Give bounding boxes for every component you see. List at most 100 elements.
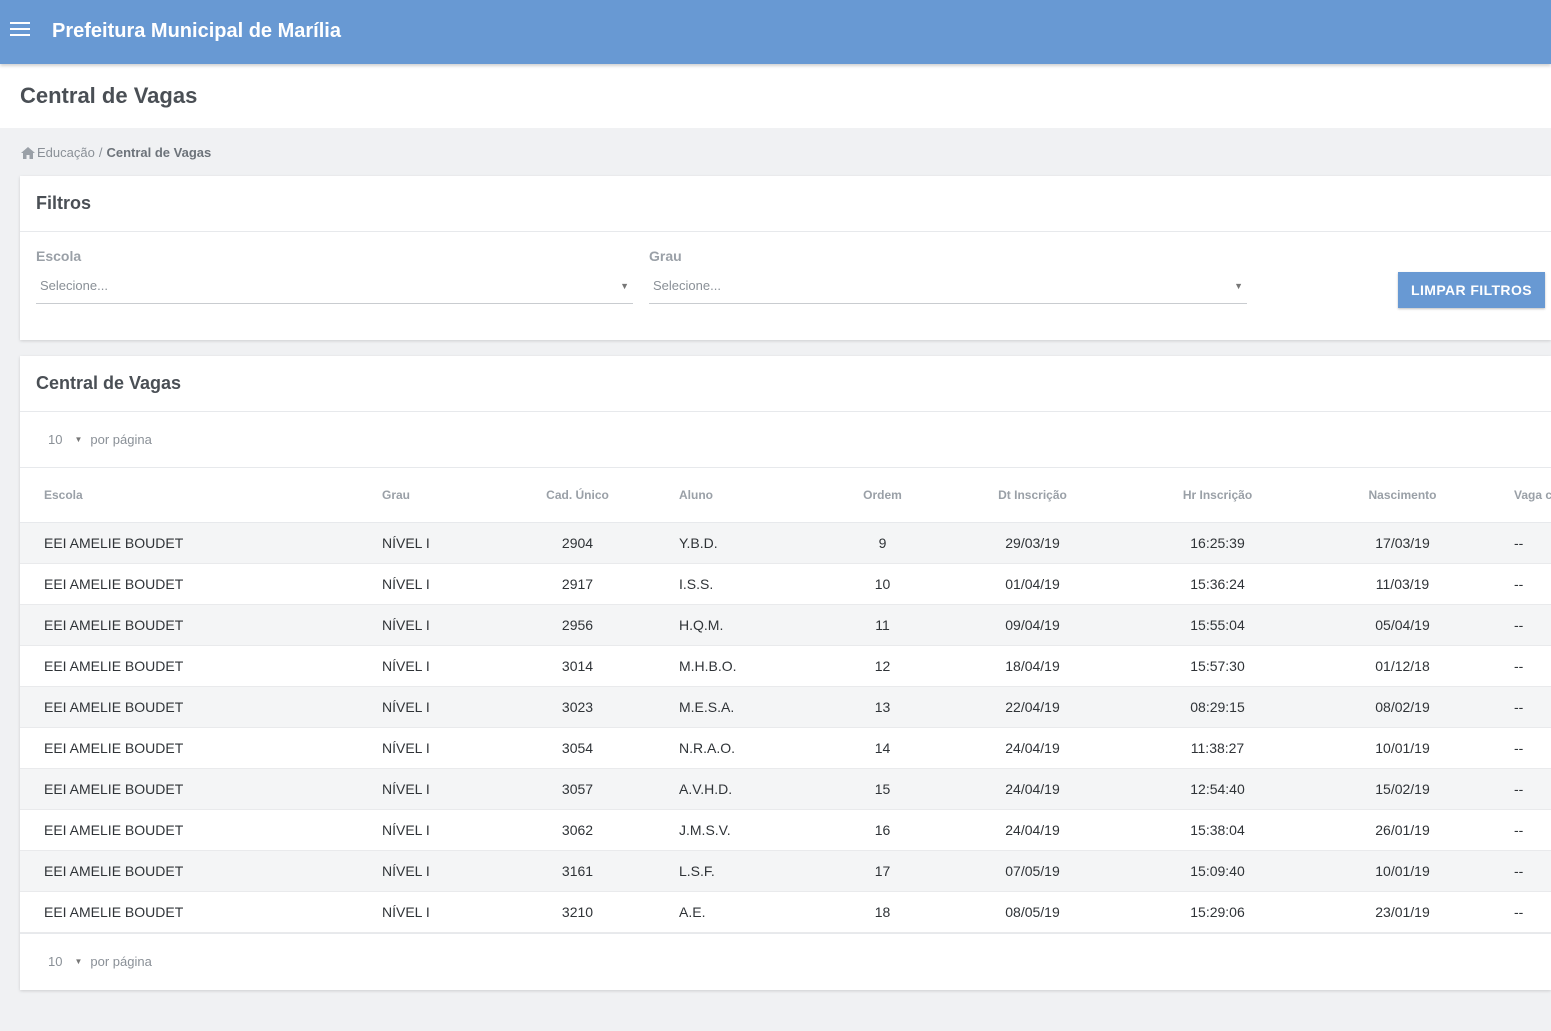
cell-cad-unico: 3057	[500, 768, 655, 810]
cell-grau: NÍVEL I	[358, 768, 500, 810]
cell-hr-inscricao: 08:29:15	[1120, 686, 1315, 728]
vacancies-table: Escola Grau Cad. Único Aluno Ordem Dt In…	[20, 468, 1551, 933]
cell-vaga: --	[1490, 686, 1551, 728]
cell-ordem: 17	[820, 850, 945, 892]
cell-hr-inscricao: 15:55:04	[1120, 604, 1315, 646]
vacancies-card: Central de Vagas 10 ▼ por página Escola …	[20, 356, 1551, 990]
cell-dt-inscricao: 29/03/19	[945, 522, 1120, 564]
column-header-ordem[interactable]: Ordem	[820, 468, 945, 523]
cell-grau: NÍVEL I	[358, 522, 500, 564]
home-icon[interactable]	[21, 146, 35, 159]
school-filter: Escola Selecione... ▼	[36, 248, 633, 304]
column-header-grau[interactable]: Grau	[358, 468, 500, 523]
cell-dt-inscricao: 24/04/19	[945, 727, 1120, 769]
column-header-dt-inscricao[interactable]: Dt Inscrição	[945, 468, 1120, 523]
cell-aluno: I.S.S.	[655, 563, 820, 605]
cell-nascimento: 23/01/19	[1315, 891, 1490, 933]
cell-cad-unico: 3062	[500, 809, 655, 851]
per-page-label: por página	[90, 432, 152, 447]
cell-dt-inscricao: 22/04/19	[945, 686, 1120, 728]
table-row[interactable]: EEI AMELIE BOUDET NÍVEL I 3023 M.E.S.A. …	[20, 686, 1551, 728]
per-page-control-top: 10 ▼ por página	[20, 412, 1551, 468]
column-header-aluno[interactable]: Aluno	[655, 468, 820, 523]
cell-cad-unico: 3014	[500, 645, 655, 687]
cell-vaga: --	[1490, 727, 1551, 769]
cell-vaga: --	[1490, 604, 1551, 646]
column-header-nascimento[interactable]: Nascimento	[1315, 468, 1490, 523]
chevron-down-icon: ▼	[1234, 281, 1243, 291]
cell-ordem: 15	[820, 768, 945, 810]
breadcrumb-parent[interactable]: Educação	[37, 145, 95, 160]
cell-vaga: --	[1490, 809, 1551, 851]
table-row[interactable]: EEI AMELIE BOUDET NÍVEL I 2904 Y.B.D. 9 …	[20, 522, 1551, 564]
grade-label: Grau	[649, 248, 682, 264]
cell-ordem: 9	[820, 522, 945, 564]
cell-aluno: A.E.	[655, 891, 820, 933]
table-header-row: Escola Grau Cad. Único Aluno Ordem Dt In…	[20, 468, 1551, 523]
table-row[interactable]: EEI AMELIE BOUDET NÍVEL I 3210 A.E. 18 0…	[20, 891, 1551, 933]
cell-vaga: --	[1490, 563, 1551, 605]
page-header: Central de Vagas	[0, 64, 1551, 128]
cell-nascimento: 15/02/19	[1315, 768, 1490, 810]
cell-aluno: M.E.S.A.	[655, 686, 820, 728]
filters-card: Filtros Escola Selecione... ▼ Grau Selec…	[20, 176, 1551, 340]
cell-escola: EEI AMELIE BOUDET	[20, 522, 358, 564]
chevron-down-icon: ▼	[620, 281, 629, 291]
cell-dt-inscricao: 24/04/19	[945, 809, 1120, 851]
vacancies-header: Central de Vagas	[20, 356, 1551, 412]
cell-escola: EEI AMELIE BOUDET	[20, 850, 358, 892]
cell-dt-inscricao: 18/04/19	[945, 645, 1120, 687]
school-select[interactable]: Selecione... ▼	[36, 278, 633, 304]
column-header-escola[interactable]: Escola	[20, 468, 358, 523]
cell-grau: NÍVEL I	[358, 809, 500, 851]
column-header-vaga[interactable]: Vaga co	[1490, 468, 1551, 523]
table-row[interactable]: EEI AMELIE BOUDET NÍVEL I 2956 H.Q.M. 11…	[20, 604, 1551, 646]
grade-select[interactable]: Selecione... ▼	[649, 278, 1247, 304]
cell-nascimento: 26/01/19	[1315, 809, 1490, 851]
per-page-select[interactable]: 10 ▼	[48, 432, 90, 447]
cell-escola: EEI AMELIE BOUDET	[20, 891, 358, 933]
per-page-select[interactable]: 10 ▼	[48, 954, 90, 969]
table-row[interactable]: EEI AMELIE BOUDET NÍVEL I 2917 I.S.S. 10…	[20, 563, 1551, 605]
cell-nascimento: 11/03/19	[1315, 563, 1490, 605]
cell-aluno: J.M.S.V.	[655, 809, 820, 851]
cell-ordem: 18	[820, 891, 945, 933]
column-header-hr-inscricao[interactable]: Hr Inscrição	[1120, 468, 1315, 523]
cell-aluno: L.S.F.	[655, 850, 820, 892]
breadcrumb: Educação / Central de Vagas	[21, 145, 211, 160]
hamburger-menu-icon[interactable]	[10, 22, 30, 38]
cell-dt-inscricao: 07/05/19	[945, 850, 1120, 892]
table-row[interactable]: EEI AMELIE BOUDET NÍVEL I 3014 M.H.B.O. …	[20, 645, 1551, 687]
cell-cad-unico: 3161	[500, 850, 655, 892]
cell-grau: NÍVEL I	[358, 850, 500, 892]
cell-ordem: 13	[820, 686, 945, 728]
cell-vaga: --	[1490, 850, 1551, 892]
cell-hr-inscricao: 15:36:24	[1120, 563, 1315, 605]
table-row[interactable]: EEI AMELIE BOUDET NÍVEL I 3054 N.R.A.O. …	[20, 727, 1551, 769]
cell-cad-unico: 3054	[500, 727, 655, 769]
table-row[interactable]: EEI AMELIE BOUDET NÍVEL I 3057 A.V.H.D. …	[20, 768, 1551, 810]
cell-escola: EEI AMELIE BOUDET	[20, 809, 358, 851]
filters-header: Filtros	[20, 176, 1551, 232]
cell-ordem: 10	[820, 563, 945, 605]
per-page-value: 10	[48, 954, 63, 969]
cell-hr-inscricao: 15:09:40	[1120, 850, 1315, 892]
grade-filter: Grau Selecione... ▼	[649, 248, 1247, 304]
cell-aluno: M.H.B.O.	[655, 645, 820, 687]
table-row[interactable]: EEI AMELIE BOUDET NÍVEL I 3161 L.S.F. 17…	[20, 850, 1551, 892]
cell-cad-unico: 2956	[500, 604, 655, 646]
per-page-label: por página	[90, 954, 152, 969]
column-header-cad-unico[interactable]: Cad. Único	[500, 468, 655, 523]
cell-vaga: --	[1490, 645, 1551, 687]
cell-hr-inscricao: 15:57:30	[1120, 645, 1315, 687]
cell-ordem: 11	[820, 604, 945, 646]
table-row[interactable]: EEI AMELIE BOUDET NÍVEL I 3062 J.M.S.V. …	[20, 809, 1551, 851]
cell-nascimento: 01/12/18	[1315, 645, 1490, 687]
clear-filters-button[interactable]: LIMPAR FILTROS	[1398, 272, 1545, 308]
chevron-down-icon: ▼	[74, 435, 83, 444]
cell-grau: NÍVEL I	[358, 686, 500, 728]
cell-aluno: Y.B.D.	[655, 522, 820, 564]
cell-nascimento: 05/04/19	[1315, 604, 1490, 646]
cell-ordem: 14	[820, 727, 945, 769]
cell-escola: EEI AMELIE BOUDET	[20, 727, 358, 769]
